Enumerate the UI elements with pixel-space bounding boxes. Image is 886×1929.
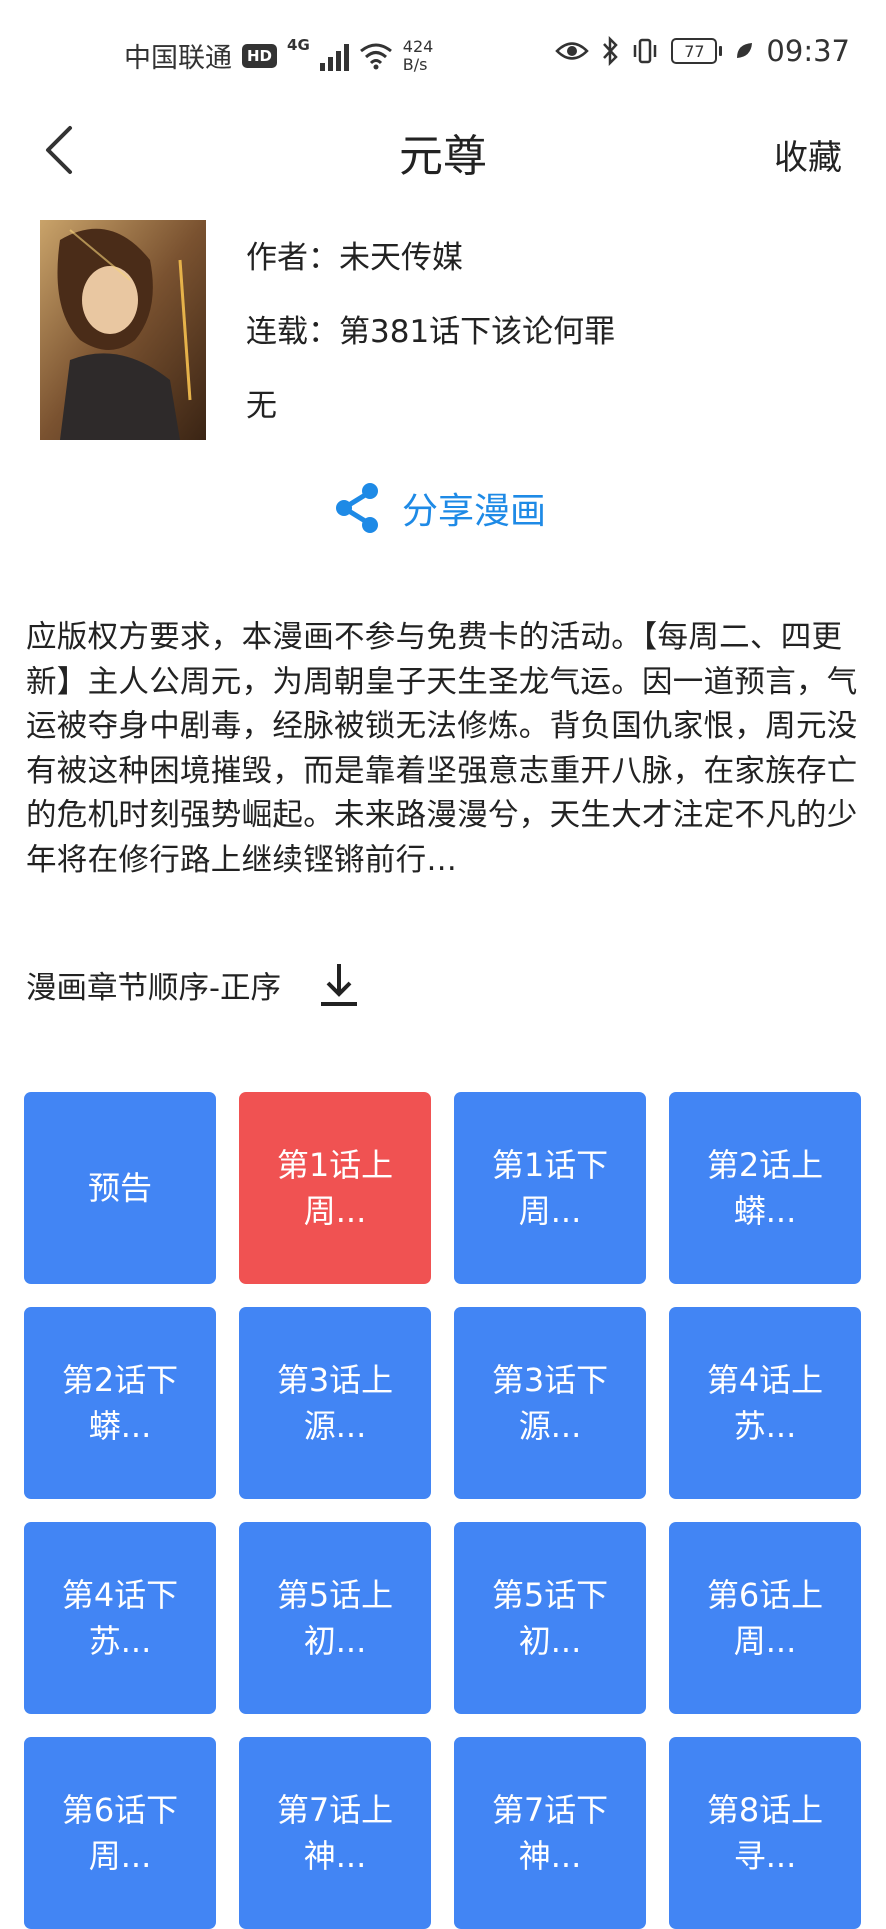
chapter-button[interactable]: 第2话下 蟒... xyxy=(24,1307,216,1499)
chapter-button[interactable]: 第4话下 苏... xyxy=(24,1522,216,1714)
net-speed-unit: B/s xyxy=(402,54,428,74)
comic-description: 应版权方要求，本漫画不参与免费卡的活动。【每周二、四更新】主人公周元，为周朝皇子… xyxy=(26,620,858,878)
chapter-button[interactable]: 第6话下 周... xyxy=(24,1737,216,1929)
favorite-button[interactable]: 收藏 xyxy=(774,130,842,179)
chapter-button[interactable]: 第5话上 初... xyxy=(239,1522,431,1714)
eye-icon xyxy=(555,42,590,60)
signal-icon xyxy=(319,41,349,71)
chapter-button[interactable]: 第1话上 周... xyxy=(239,1092,431,1284)
chapter-button[interactable]: 第5话下 初... xyxy=(454,1522,646,1714)
chapter-order-label: 漫画章节顺序-正序 xyxy=(26,971,282,1006)
vibrate-icon xyxy=(634,38,657,64)
chapter-button[interactable]: 第3话下 源... xyxy=(454,1307,646,1499)
chapter-button[interactable]: 第7话下 神... xyxy=(454,1737,646,1929)
chapter-button[interactable]: 第1话下 周... xyxy=(454,1092,646,1284)
leaf-icon xyxy=(737,43,753,58)
carrier-label: 中国联通 xyxy=(124,43,232,74)
chapter-button[interactable]: 第4话上 苏... xyxy=(669,1307,861,1499)
hd-badge: HD xyxy=(242,43,278,68)
tag-label: 无 xyxy=(246,388,277,424)
bluetooth-icon xyxy=(603,36,619,66)
nav-bar: 元尊 收藏 xyxy=(0,110,886,190)
chapter-button[interactable]: 第7话上 神... xyxy=(239,1737,431,1929)
status-bar: 中国联通 HD 4G 424 B/s 77 09:37 xyxy=(0,0,886,110)
status-label: 连载：第381话下该论何罪 xyxy=(246,314,616,350)
net-speed: 424 B/s xyxy=(402,36,434,74)
author-label: 作者：未天传媒 xyxy=(246,240,463,276)
battery-level: 77 xyxy=(684,41,705,61)
status-right: 77 09:37 xyxy=(555,34,850,68)
clock: 09:37 xyxy=(766,34,850,68)
download-arrow-icon xyxy=(321,964,358,1006)
battery-icon: 77 xyxy=(671,38,723,64)
net-speed-value: 424 xyxy=(402,36,434,56)
share-label: 分享漫画 xyxy=(402,491,547,532)
status-left: 中国联通 HD 4G 424 B/s xyxy=(124,36,433,75)
chapter-button[interactable]: 第3话上 源... xyxy=(239,1307,431,1499)
wifi-icon xyxy=(359,43,392,69)
page-title: 元尊 xyxy=(399,131,487,182)
chapter-button[interactable]: 第6话上 周... xyxy=(669,1522,861,1714)
comic-cover xyxy=(40,220,206,440)
chapter-button[interactable]: 第8话上 寻... xyxy=(669,1737,861,1929)
cover-illustration xyxy=(40,220,206,440)
share-icon xyxy=(336,483,378,533)
chapter-order-toggle[interactable]: 漫画章节顺序-正序 xyxy=(26,960,361,1010)
chapter-grid: 预告 第1话上 周... 第1话下 周... 第2话上 蟒... 第2话下 蟒... 第3… xyxy=(24,1092,861,1929)
chapter-button[interactable]: 第2话上 蟒... xyxy=(669,1092,861,1284)
share-button[interactable]: 分享漫画 xyxy=(334,482,546,534)
comic-meta: 作者：未天传媒 连载：第381话下该论何罪 无 xyxy=(246,232,615,454)
network-type: 4G xyxy=(287,36,310,54)
chapter-button[interactable]: 预告 xyxy=(24,1092,216,1284)
